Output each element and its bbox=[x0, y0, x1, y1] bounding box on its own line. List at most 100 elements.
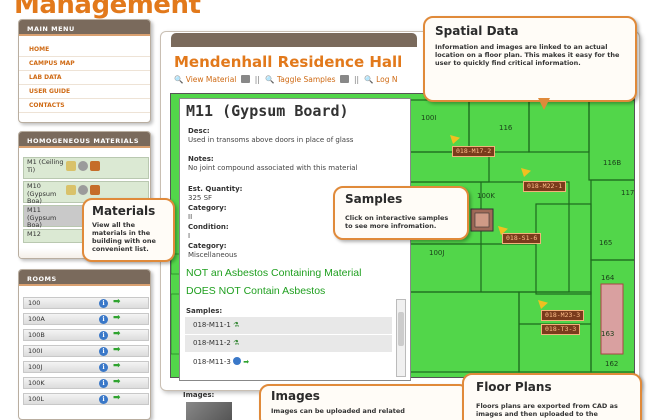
page-title: Management bbox=[14, 0, 201, 20]
room-row[interactable]: 100I i ➡ bbox=[23, 345, 149, 357]
edit-icon[interactable] bbox=[90, 185, 100, 195]
info-icon[interactable]: i bbox=[99, 379, 108, 388]
info-icon[interactable]: i bbox=[99, 315, 108, 324]
scrollbar-thumb[interactable] bbox=[398, 312, 404, 346]
info-icon[interactable]: i bbox=[99, 331, 108, 340]
floor-plans-callout: Floor Plans Floors plans are exported fr… bbox=[462, 373, 642, 420]
magnifier-icon: 🔍 bbox=[265, 75, 275, 84]
view-material-link[interactable]: View Material bbox=[186, 75, 237, 84]
sample-tag[interactable]: 018-M23-3 bbox=[541, 310, 585, 321]
flask-icon[interactable]: ⚗ bbox=[233, 321, 239, 329]
magnifier-icon: 🔍 bbox=[364, 75, 374, 84]
room-name: 100 bbox=[28, 299, 41, 307]
arrow-right-icon[interactable]: ➡ bbox=[113, 377, 121, 387]
material-name: M10 (Gypsum Boa) bbox=[27, 182, 57, 205]
info-icon[interactable]: i bbox=[99, 299, 108, 308]
sample-tag[interactable]: 018-M22-1 bbox=[523, 181, 567, 192]
room-name: 100L bbox=[28, 395, 45, 403]
menu-item-campus-map[interactable]: CAMPUS MAP bbox=[19, 57, 150, 71]
room-row[interactable]: 100 i ➡ bbox=[23, 297, 149, 309]
arrow-right-icon[interactable]: ➡ bbox=[113, 313, 121, 323]
main-window-tab bbox=[171, 33, 417, 47]
arrow-right-icon[interactable]: ➡ bbox=[113, 297, 121, 307]
menu-item-home[interactable]: HOME bbox=[19, 43, 150, 57]
arrow-right-icon[interactable]: ➡ bbox=[243, 358, 249, 366]
notes-value: No joint compound associated with this m… bbox=[188, 164, 358, 172]
room-label: 100I bbox=[421, 114, 437, 122]
material-name: M11 (Gypsum Boa) bbox=[27, 206, 57, 229]
sample-id: 018-M11-2 bbox=[193, 339, 231, 347]
detail-scrollbar[interactable] bbox=[396, 299, 406, 377]
sample-row[interactable]: 018-M11-1 ⚗ bbox=[185, 317, 392, 334]
toggle-samples-link[interactable]: Taggle Samples bbox=[277, 75, 336, 84]
room-row[interactable]: 100K i ➡ bbox=[23, 377, 149, 389]
printer-icon[interactable] bbox=[240, 75, 250, 83]
callout-body: Information and images are linked to an … bbox=[435, 43, 620, 67]
rooms-header: ROOMS bbox=[19, 270, 150, 286]
building-title: Mendenhall Residence Hall bbox=[174, 53, 403, 71]
notes-label: Notes: bbox=[188, 155, 214, 163]
samples-label: Samples: bbox=[186, 307, 223, 315]
arrow-right-icon[interactable]: ➡ bbox=[113, 329, 121, 339]
person-icon[interactable] bbox=[66, 161, 76, 171]
main-menu-panel: MAIN MENU HOME CAMPUS MAP LAB DATA USER … bbox=[18, 19, 151, 123]
info-icon[interactable] bbox=[233, 357, 242, 365]
magnifier-icon[interactable] bbox=[78, 161, 88, 171]
room-label: 116B bbox=[603, 159, 622, 167]
material-name: M12 bbox=[27, 230, 41, 238]
room-name: 100A bbox=[28, 315, 45, 323]
printer-icon[interactable] bbox=[339, 75, 349, 83]
magnifier-icon: 🔍 bbox=[174, 75, 184, 84]
callout-body: Floors plans are exported from CAD as im… bbox=[476, 402, 618, 418]
main-menu-header: MAIN MENU bbox=[19, 20, 150, 36]
page: Management MAIN MENU HOME CAMPUS MAP LAB… bbox=[0, 0, 649, 420]
person-icon[interactable] bbox=[66, 185, 76, 195]
material-detail-title: M11 (Gypsum Board) bbox=[186, 102, 349, 120]
sample-row[interactable]: 018-M11-3 ➡ bbox=[185, 353, 392, 370]
room-row[interactable]: 100L i ➡ bbox=[23, 393, 149, 405]
arrow-right-icon[interactable]: ➡ bbox=[113, 345, 121, 355]
sample-tag[interactable]: 018-T3-3 bbox=[541, 324, 581, 335]
quantity-label: Est. Quantity: bbox=[188, 185, 243, 193]
room-label: 164 bbox=[601, 274, 615, 282]
room-row[interactable]: 100B i ➡ bbox=[23, 329, 149, 341]
info-icon[interactable]: i bbox=[99, 395, 108, 404]
room-label: 100K bbox=[477, 192, 495, 200]
image-thumbnail[interactable] bbox=[186, 402, 232, 420]
room-name: 100K bbox=[28, 379, 45, 387]
desc-label: Desc: bbox=[188, 127, 210, 135]
flask-icon[interactable]: ⚗ bbox=[233, 339, 239, 347]
sample-tag[interactable]: 018-S1-6 bbox=[502, 233, 542, 244]
images-callout: Images Images can be uploaded and relate… bbox=[259, 384, 469, 420]
room-row[interactable]: 100A i ➡ bbox=[23, 313, 149, 325]
images-label: Images: bbox=[183, 391, 215, 399]
info-icon[interactable]: i bbox=[99, 347, 108, 356]
materials-header: HOMOGENEOUS MATERIALS bbox=[19, 132, 150, 148]
arrow-right-icon[interactable]: ➡ bbox=[113, 393, 121, 403]
sample-tag[interactable]: 018-M17-2 bbox=[452, 146, 496, 157]
menu-item-user-guide[interactable]: USER GUIDE bbox=[19, 85, 150, 99]
room-label: 117 bbox=[621, 189, 635, 197]
callout-title: Floor Plans bbox=[476, 380, 552, 394]
room-label: 100J bbox=[429, 249, 445, 257]
sample-row[interactable]: 018-M11-2 ⚗ bbox=[185, 335, 392, 352]
callout-body: View all the materials in the building w… bbox=[92, 221, 156, 253]
menu-item-contacts[interactable]: CONTACTS bbox=[19, 99, 150, 113]
room-label: 162 bbox=[605, 360, 619, 368]
asbestos-status-1: NOT an Asbestos Containing Material bbox=[186, 267, 362, 279]
log-link[interactable]: Log N bbox=[376, 75, 397, 84]
sample-id: 018-M11-3 bbox=[193, 358, 231, 366]
room-label: 163 bbox=[601, 330, 615, 338]
info-icon[interactable]: i bbox=[99, 363, 108, 372]
magnifier-icon[interactable] bbox=[78, 185, 88, 195]
category2-value: Miscellaneous bbox=[188, 251, 238, 259]
room-row[interactable]: 100J i ➡ bbox=[23, 361, 149, 373]
material-row[interactable]: M1 (Ceiling Ti) bbox=[23, 157, 149, 179]
menu-item-lab-data[interactable]: LAB DATA bbox=[19, 71, 150, 85]
callout-pointer bbox=[538, 98, 550, 110]
arrow-right-icon[interactable]: ➡ bbox=[113, 361, 121, 371]
desc-value: Used in transoms above doors in place of… bbox=[188, 136, 354, 144]
room-label: 116 bbox=[499, 124, 513, 132]
callout-title: Materials bbox=[92, 204, 156, 218]
edit-icon[interactable] bbox=[90, 161, 100, 171]
